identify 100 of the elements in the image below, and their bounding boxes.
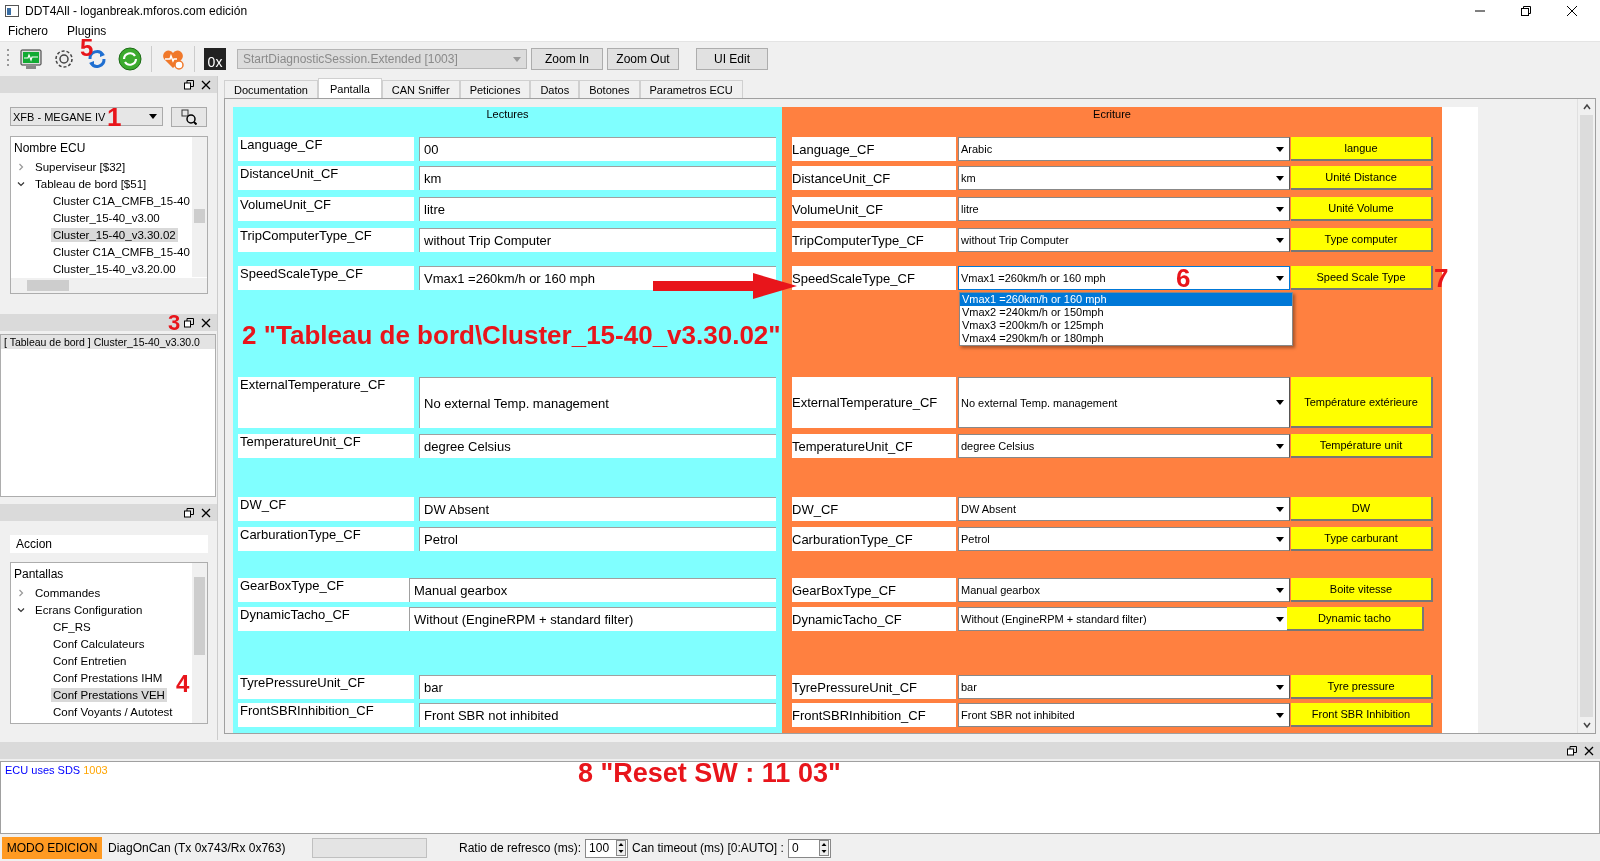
close-icon[interactable]: [201, 79, 211, 90]
write-button[interactable]: Type computer: [1291, 228, 1433, 253]
reading-label: CarburationType_CF: [238, 527, 414, 552]
category-field[interactable]: Accion: [10, 535, 208, 554]
float-icon[interactable]: [184, 507, 194, 518]
tree-item[interactable]: Tableau de bord [$51]: [33, 176, 149, 191]
tab[interactable]: Peticiones: [459, 80, 531, 99]
reading-value: km: [419, 166, 776, 191]
write-button[interactable]: Unité Volume: [1291, 197, 1433, 222]
dropdown-value: km: [961, 172, 976, 185]
value-dropdown[interactable]: Front SBR not inhibited: [958, 703, 1290, 728]
dropdown-value: litre: [961, 203, 979, 216]
value-dropdown[interactable]: without Trip Computer: [958, 228, 1290, 253]
value-dropdown[interactable]: litre: [958, 197, 1290, 222]
parameter-label: SpeedScaleType_CF: [792, 266, 956, 291]
monitor-icon[interactable]: [19, 47, 43, 72]
write-button[interactable]: DW: [1291, 497, 1433, 522]
value-dropdown[interactable]: Petrol: [958, 527, 1290, 552]
hex-button[interactable]: 0x: [204, 48, 226, 71]
spin-arrows-icon: [818, 840, 829, 857]
refresh-spinbox[interactable]: 100: [585, 838, 629, 858]
tab[interactable]: Datos: [530, 80, 580, 99]
write-button[interactable]: Speed Scale Type: [1291, 266, 1433, 291]
caret-icon: [513, 56, 521, 62]
reading-value: DW Absent: [419, 497, 776, 522]
value-dropdown[interactable]: Manual gearbox: [958, 578, 1290, 603]
tab[interactable]: Documentation: [224, 80, 318, 99]
value-dropdown[interactable]: km: [958, 166, 1290, 191]
write-button[interactable]: Dynamic tacho: [1287, 607, 1424, 632]
toolbar-button[interactable]: UI Edit: [696, 48, 768, 71]
scroll-down-icon[interactable]: [1581, 720, 1592, 731]
dropdown-option[interactable]: Vmax2 =240km/h or 150mph: [960, 306, 1292, 320]
tree-item[interactable]: Commandes: [33, 585, 103, 600]
float-icon[interactable]: [184, 317, 194, 328]
menu-item[interactable]: Plugins: [67, 24, 107, 39]
reading-value: No external Temp. management: [419, 377, 776, 429]
tab[interactable]: Pantalla: [318, 78, 382, 99]
close-icon[interactable]: [201, 507, 211, 518]
parameter-label: DW_CF: [792, 497, 956, 522]
write-button[interactable]: Unité Distance: [1291, 166, 1433, 191]
write-button[interactable]: Tyre pressure: [1291, 675, 1433, 700]
write-button[interactable]: Température extérieure: [1291, 377, 1433, 429]
restore-icon[interactable]: [1520, 4, 1532, 17]
tree-item[interactable]: CF_RS: [51, 619, 93, 634]
chevron-down-icon[interactable]: [17, 605, 25, 614]
value-dropdown[interactable]: bar: [958, 675, 1290, 700]
close-icon[interactable]: [1584, 745, 1594, 756]
float-icon[interactable]: [184, 79, 194, 90]
close-icon[interactable]: [201, 317, 211, 328]
dropdown-option[interactable]: Vmax1 =260km/h or 160 mph: [960, 293, 1292, 307]
toolbar-button[interactable]: Zoom In: [531, 48, 603, 71]
write-button[interactable]: Température unit: [1291, 434, 1433, 459]
tree-item[interactable]: Cluster C1A_CMFB_15-40: [51, 244, 192, 259]
reading-value: Without (EngineRPM + standard filter): [409, 607, 776, 632]
timeout-spinbox[interactable]: 0: [787, 838, 831, 858]
value-dropdown[interactable]: DW Absent: [958, 497, 1290, 522]
tree-item[interactable]: Conf Calculateurs: [51, 636, 147, 651]
dropdown-option[interactable]: Vmax3 =200km/h or 125mph: [960, 319, 1292, 333]
write-button[interactable]: Type carburant: [1291, 527, 1433, 552]
scrollbar[interactable]: [192, 563, 207, 724]
value-dropdown[interactable]: degree Celsius: [958, 434, 1290, 459]
value-dropdown[interactable]: No external Temp. management: [958, 377, 1290, 429]
scrollbar[interactable]: [11, 278, 207, 294]
tree-item[interactable]: Cluster_15-40_v3.20.00: [51, 261, 178, 276]
tree-header: Nombre ECU: [14, 141, 87, 158]
dropdown-value: Front SBR not inhibited: [961, 709, 1075, 722]
value-dropdown[interactable]: Arabic: [958, 137, 1290, 162]
dropdown-value: Without (EngineRPM + standard filter): [961, 613, 1147, 626]
write-button[interactable]: Boite vitesse: [1291, 578, 1433, 603]
write-button[interactable]: Front SBR Inhibition: [1291, 703, 1433, 728]
log-text: ECU uses SDS: [5, 764, 81, 777]
tab[interactable]: Botones: [579, 80, 640, 99]
tab[interactable]: Parametros ECU: [639, 80, 743, 99]
mode-indicator: MODO EDICION: [2, 837, 102, 860]
write-button[interactable]: langue: [1291, 137, 1433, 162]
list-item[interactable]: [ Tableau de bord ] Cluster_15-40_v3.30.0: [1, 335, 215, 350]
tree-item[interactable]: Conf Voyants / Autotest: [51, 704, 175, 719]
reading-value: litre: [419, 197, 776, 222]
float-icon[interactable]: [1567, 745, 1577, 756]
sync-icon[interactable]: [118, 47, 142, 72]
menu-item[interactable]: Fichero: [8, 24, 48, 39]
annotation: 8 "Reset SW : 11 03": [578, 760, 841, 787]
value-dropdown[interactable]: Without (EngineRPM + standard filter): [958, 607, 1290, 632]
close-icon[interactable]: [1566, 4, 1578, 17]
dropdown-option[interactable]: Vmax4 =290km/h or 180mph: [960, 332, 1292, 346]
tree-item[interactable]: Conf Entretien: [51, 653, 129, 668]
parameter-label: TripComputerType_CF: [792, 228, 956, 253]
toolbar-button[interactable]: Zoom Out: [607, 48, 679, 71]
scan-button[interactable]: [171, 107, 207, 128]
chevron-down-icon[interactable]: [17, 179, 25, 188]
scrollbar[interactable]: [1577, 99, 1595, 734]
tree-item[interactable]: Superviseur [$32]: [33, 159, 128, 174]
tree-item[interactable]: Ecrans Configuration: [33, 602, 145, 617]
tree-item[interactable]: Cluster C1A_CMFB_15-40: [51, 193, 192, 208]
tree-item[interactable]: Conf Prestations VEH: [51, 687, 167, 702]
tree-item[interactable]: Conf Prestations IHM: [51, 670, 165, 685]
scrollbar[interactable]: [192, 137, 207, 278]
tab[interactable]: CAN Sniffer: [381, 80, 460, 99]
tree-item[interactable]: Cluster_15-40_v3.30.02: [51, 227, 178, 242]
tree-item[interactable]: Cluster_15-40_v3.00: [51, 210, 162, 225]
